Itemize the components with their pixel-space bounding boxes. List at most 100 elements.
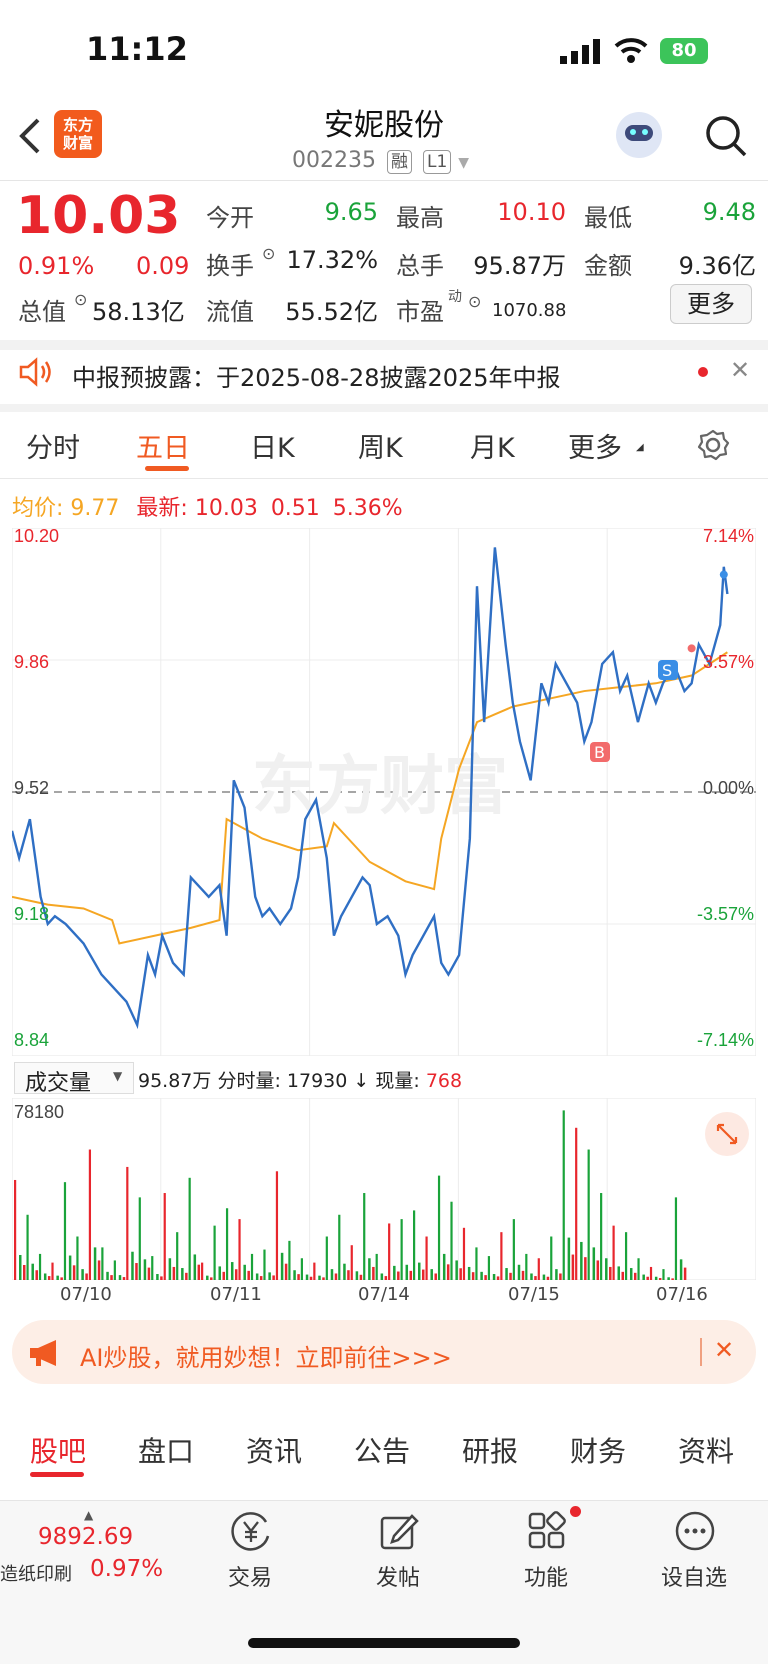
yen-circle-icon[interactable] — [230, 1510, 272, 1552]
nav-function-label[interactable]: 功能 — [496, 1560, 596, 1592]
volume-bar — [592, 1247, 596, 1280]
volume-bar — [679, 1259, 683, 1280]
bottom-tab-5[interactable]: 财务 — [570, 1430, 626, 1470]
bottom-tab-4[interactable]: 研报 — [462, 1430, 518, 1470]
grid-icon[interactable] — [526, 1510, 568, 1552]
volume-bar — [649, 1266, 653, 1280]
volume-bar — [280, 1252, 284, 1280]
volume-bar — [297, 1274, 300, 1280]
nav-watchlist-label[interactable]: 设自选 — [644, 1560, 744, 1592]
current-volume-value: 768 — [425, 1070, 463, 1092]
settings-icon[interactable] — [696, 428, 730, 462]
volume-bar — [206, 1275, 209, 1280]
bottom-tab-3[interactable]: 公告 — [354, 1430, 410, 1470]
volume-bar — [93, 1247, 97, 1280]
dropdown-icon: ▼ — [113, 1069, 123, 1083]
volume-bar — [637, 1258, 640, 1280]
buy-point — [687, 644, 696, 653]
edit-icon[interactable] — [378, 1510, 420, 1552]
bottom-tab-2[interactable]: 资讯 — [246, 1430, 302, 1470]
volume-bar — [400, 1219, 403, 1280]
chart-legend: 均价: 9.77 最新: 10.03 0.51 5.36% — [12, 490, 403, 522]
robot-avatar-icon[interactable] — [616, 112, 662, 158]
volume-bar — [318, 1275, 321, 1280]
tab-intraday[interactable]: 分时 — [26, 426, 80, 465]
volume-bar — [450, 1201, 453, 1280]
volume-bar — [471, 1272, 475, 1280]
volume-bar — [418, 1262, 421, 1280]
volume-bar — [437, 1175, 441, 1280]
volume-bar — [537, 1258, 540, 1280]
bottom-tab-6[interactable]: 资料 — [678, 1430, 734, 1470]
volume-bar — [397, 1271, 400, 1280]
tab-daily-k[interactable]: 日K — [250, 426, 295, 465]
signal-icon — [560, 39, 600, 64]
tab-more[interactable]: 更多 — [568, 426, 622, 465]
current-volume-label: 现量: — [375, 1070, 420, 1092]
volume-bar — [338, 1214, 341, 1280]
minute-volume-arrow: ↓ — [353, 1070, 370, 1092]
volume-selector[interactable]: 成交量 ▼ — [14, 1062, 134, 1096]
volume-bar — [413, 1210, 416, 1280]
x-axis-label: 07/16 — [656, 1284, 708, 1305]
volume-value: 95.87万 — [473, 252, 566, 280]
x-axis-label: 07/10 — [60, 1284, 112, 1305]
nav-trade-label[interactable]: 交易 — [200, 1560, 300, 1592]
volume-bar — [259, 1276, 263, 1280]
info-icon[interactable]: ⊙ — [74, 290, 87, 309]
volume-bar — [375, 1253, 378, 1280]
tab-five-day[interactable]: 五日 — [136, 426, 190, 465]
volume-total: 95.87万 — [138, 1070, 212, 1092]
volume-bar — [201, 1262, 204, 1280]
volume-bar — [135, 1263, 138, 1280]
price-chart[interactable]: 东方财富 10.209.869.529.188.847.14%3.57%0.00… — [12, 528, 756, 1056]
minute-volume-value: 17930 — [286, 1070, 348, 1092]
y-axis-label: 10.20 — [14, 528, 59, 546]
volume-bar — [662, 1269, 665, 1280]
close-icon[interactable]: ✕ — [714, 1336, 734, 1364]
volume-bar — [88, 1149, 92, 1280]
volume-bar — [230, 1262, 234, 1280]
volume-bar — [23, 1264, 26, 1280]
mktcap-value: 58.13亿 — [92, 298, 185, 326]
avg-label: 均价: — [12, 496, 64, 521]
volume-bar — [467, 1266, 471, 1280]
volume-bar — [284, 1263, 288, 1280]
stock-code-row[interactable]: 002235 融 L1 ▼ — [292, 148, 469, 174]
volume-bar — [210, 1277, 213, 1280]
nav-post-label[interactable]: 发帖 — [348, 1560, 448, 1592]
volume-bar — [584, 1257, 587, 1280]
volume-bar — [126, 1166, 129, 1280]
low-value: 9.48 — [702, 198, 756, 226]
index-name[interactable]: 造纸印刷 — [0, 1560, 72, 1586]
info-icon[interactable]: ⊙ — [262, 244, 275, 263]
volume-bar — [512, 1219, 515, 1280]
tab-weekly-k[interactable]: 周K — [358, 426, 403, 465]
volume-bar — [325, 1236, 328, 1280]
close-icon[interactable]: ✕ — [730, 356, 750, 384]
volume-info: 95.87万 分时量: 17930 ↓ 现量: 768 — [138, 1066, 462, 1093]
volume-bar — [521, 1270, 525, 1280]
volume-bar — [575, 1127, 578, 1280]
more-circle-icon[interactable] — [674, 1510, 716, 1552]
volume-bar — [225, 1208, 229, 1280]
volume-bar — [654, 1276, 658, 1280]
info-icon[interactable]: ⊙ — [468, 292, 481, 311]
volume-bar — [81, 1269, 84, 1280]
volume-bar — [101, 1247, 104, 1280]
volume-selector-label: 成交量 — [25, 1071, 92, 1096]
search-icon[interactable] — [704, 114, 748, 158]
bottom-tab-0[interactable]: 股吧 — [30, 1430, 86, 1470]
y-axis-pct-label: 0.00% — [703, 778, 754, 798]
volume-bar — [268, 1272, 271, 1280]
home-indicator — [248, 1638, 520, 1648]
notice-text[interactable]: 中报预披露：于2025-08-28披露2025年中报 — [72, 358, 561, 393]
volume-bar — [372, 1266, 375, 1280]
index-value[interactable]: 9892.69 — [38, 1524, 133, 1550]
more-button[interactable]: 更多 — [670, 284, 752, 324]
volume-chart[interactable]: 78180 — [12, 1098, 756, 1280]
tab-monthly-k[interactable]: 月K — [470, 426, 515, 465]
bottom-tab-1[interactable]: 盘口 — [138, 1430, 194, 1470]
dropdown-icon: ▼ — [458, 155, 470, 171]
volume-bar — [63, 1182, 67, 1280]
